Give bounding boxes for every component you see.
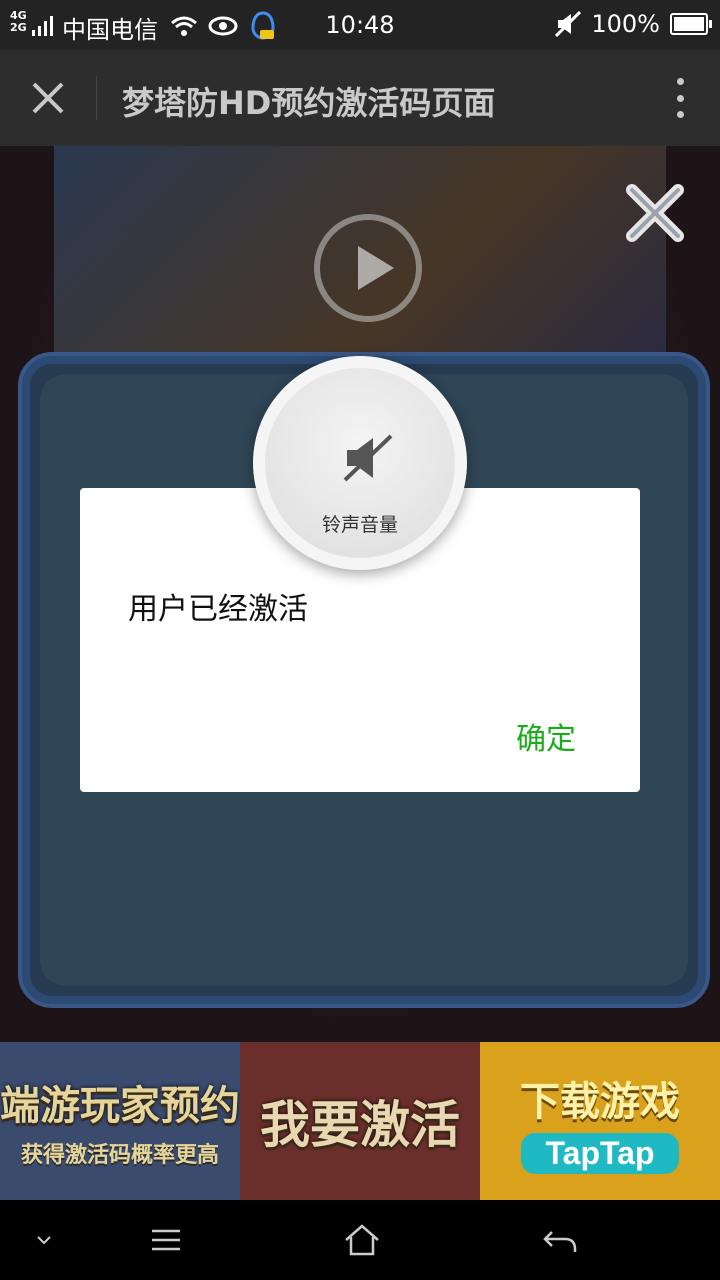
banner-download[interactable]: 下载游戏 TapTap: [480, 1042, 720, 1200]
volume-label: 铃声音量: [321, 514, 398, 536]
page-title: 梦塔防HD预约激活码页面: [122, 84, 496, 122]
menu-icon[interactable]: [146, 1220, 186, 1260]
back-icon[interactable]: [540, 1220, 580, 1260]
banner-download-title: 下载游戏: [520, 1078, 680, 1125]
banner-preorder-title: 端游玩家预约: [0, 1083, 240, 1129]
game-video[interactable]: [54, 146, 666, 366]
taptap-badge: TapTap: [521, 1132, 679, 1174]
video-close-icon[interactable]: [620, 178, 690, 248]
banner-activate-title: 我要激活: [260, 1096, 460, 1154]
play-icon[interactable]: [314, 214, 422, 322]
confirm-button[interactable]: 确定: [516, 714, 576, 758]
system-nav-bar: [0, 1200, 720, 1280]
banner-row: 端游玩家预约 获得激活码概率更高 我要激活 下载游戏 TapTap: [0, 1042, 720, 1200]
title-divider: [96, 76, 97, 120]
status-bar: 4G 2G 中国电信 10:48 100%: [0, 0, 720, 50]
volume-overlay: 铃声音量: [253, 356, 467, 570]
home-icon[interactable]: [342, 1220, 382, 1260]
speaker-muted-icon: [343, 434, 393, 482]
battery-icon: [670, 13, 712, 35]
dialog-message: 用户已经激活: [128, 592, 308, 627]
banner-activate[interactable]: 我要激活: [240, 1042, 480, 1200]
more-options-icon[interactable]: [670, 78, 690, 118]
title-bar: 梦塔防HD预约激活码页面: [0, 50, 720, 146]
banner-preorder-subtitle: 获得激活码概率更高: [20, 1143, 219, 1168]
banner-preorder[interactable]: 端游玩家预约 获得激活码概率更高: [0, 1042, 240, 1200]
close-icon[interactable]: [24, 74, 72, 122]
battery-percent: 100%: [591, 10, 660, 38]
chevron-down-icon[interactable]: [24, 1220, 64, 1260]
mute-icon: [555, 11, 582, 37]
